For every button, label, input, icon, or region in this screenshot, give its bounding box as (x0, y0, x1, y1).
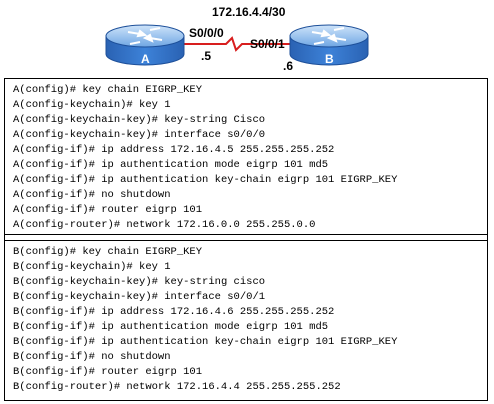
config-line: A(config-if)# router eigrp 101 (13, 203, 487, 218)
cli-command: ip authentication key-chain eigrp 101 EI… (101, 174, 398, 186)
config-line: A(config-if)# no shutdown (13, 188, 487, 203)
cli-prompt: A(config-if)# (13, 159, 102, 171)
cli-command: router eigrp 101 (101, 366, 203, 378)
cli-prompt: B(config-keychain)# (13, 261, 140, 273)
config-line: A(config-keychain)# key 1 (13, 98, 487, 113)
cli-command: network 172.16.4.4 255.255.255.252 (126, 381, 341, 393)
config-line: B(config)# key chain EIGRP_KEY (13, 245, 487, 260)
cli-prompt: A(config-if)# (13, 144, 102, 156)
cli-prompt: B(config-if)# (13, 351, 102, 363)
cli-command: key 1 (139, 261, 171, 273)
router-a-name: A (141, 52, 150, 66)
network-address-label: 172.16.4.4/30 (212, 5, 286, 19)
cli-command: ip authentication mode eigrp 101 md5 (101, 321, 329, 333)
cli-command: ip address 172.16.4.5 255.255.255.252 (101, 144, 335, 156)
config-line: B(config-if)# router eigrp 101 (13, 365, 487, 380)
cli-command: key-string cisco (164, 276, 266, 288)
cli-prompt: B(config-router)# (13, 381, 127, 393)
cli-prompt: A(config-if)# (13, 189, 102, 201)
cli-command: router eigrp 101 (101, 204, 203, 216)
config-line: A(config-keychain-key)# key-string Cisco (13, 113, 487, 128)
network-topology: 172.16.4.4/30 A B S0/0/0 .5 S0/0/1 .6 (0, 0, 494, 78)
config-line: A(config-router)# network 172.16.0.0 255… (13, 218, 487, 233)
cli-prompt: A(config-keychain-key)# (13, 129, 165, 141)
config-line: A(config-if)# ip authentication mode eig… (13, 158, 487, 173)
cli-prompt: A(config-if)# (13, 174, 102, 186)
cli-prompt: A(config-if)# (13, 204, 102, 216)
config-line: B(config-if)# no shutdown (13, 350, 487, 365)
router-a-host-label: .5 (201, 49, 212, 63)
cli-command: no shutdown (101, 351, 171, 363)
cli-command: interface s0/0/0 (164, 129, 266, 141)
cli-prompt: A(config)# (13, 84, 83, 96)
cli-command: ip authentication key-chain eigrp 101 EI… (101, 336, 398, 348)
cli-prompt: B(config-if)# (13, 336, 102, 348)
config-line: A(config-keychain-key)# interface s0/0/0 (13, 128, 487, 143)
cli-command: key chain EIGRP_KEY (82, 84, 203, 96)
cli-prompt: B(config-if)# (13, 306, 102, 318)
cli-command: interface s0/0/1 (164, 291, 266, 303)
cli-prompt: A(config-keychain-key)# (13, 114, 165, 126)
config-line: A(config-if)# ip address 172.16.4.5 255.… (13, 143, 487, 158)
config-line: B(config-keychain)# key 1 (13, 260, 487, 275)
router-a-interface-label: S0/0/0 (189, 26, 224, 40)
cli-command: key chain EIGRP_KEY (82, 246, 203, 258)
config-line: B(config-router)# network 172.16.4.4 255… (13, 380, 487, 395)
cli-command: ip address 172.16.4.6 255.255.255.252 (101, 306, 335, 318)
cli-command: network 172.16.0.0 255.255.0.0 (126, 219, 316, 231)
config-line: B(config-if)# ip address 172.16.4.6 255.… (13, 305, 487, 320)
router-b-host-label: .6 (283, 59, 294, 73)
cli-command: no shutdown (101, 189, 171, 201)
config-line: B(config-keychain-key)# key-string cisco (13, 275, 487, 290)
cli-prompt: B(config-if)# (13, 321, 102, 333)
cli-prompt: B(config-keychain-key)# (13, 291, 165, 303)
cli-command: ip authentication mode eigrp 101 md5 (101, 159, 329, 171)
config-line: A(config-if)# ip authentication key-chai… (13, 173, 487, 188)
router-b-config-block: B(config)# key chain EIGRP_KEY B(config-k… (4, 240, 488, 401)
cli-prompt: B(config-keychain-key)# (13, 276, 165, 288)
router-b-name: B (325, 52, 334, 66)
config-line: B(config-keychain-key)# interface s0/0/1 (13, 290, 487, 305)
cli-prompt: A(config-keychain)# (13, 99, 140, 111)
config-line: B(config-if)# ip authentication mode eig… (13, 320, 487, 335)
config-line: B(config-if)# ip authentication key-chai… (13, 335, 487, 350)
cli-prompt: B(config)# (13, 246, 83, 258)
cli-command: key 1 (139, 99, 171, 111)
cli-prompt: A(config-router)# (13, 219, 127, 231)
cli-command: key-string Cisco (164, 114, 266, 126)
cli-prompt: B(config-if)# (13, 366, 102, 378)
config-line: A(config)# key chain EIGRP_KEY (13, 83, 487, 98)
router-b-interface-label: S0/0/1 (250, 37, 285, 51)
router-a-config-block: A(config)# key chain EIGRP_KEY A(config-k… (4, 78, 488, 235)
